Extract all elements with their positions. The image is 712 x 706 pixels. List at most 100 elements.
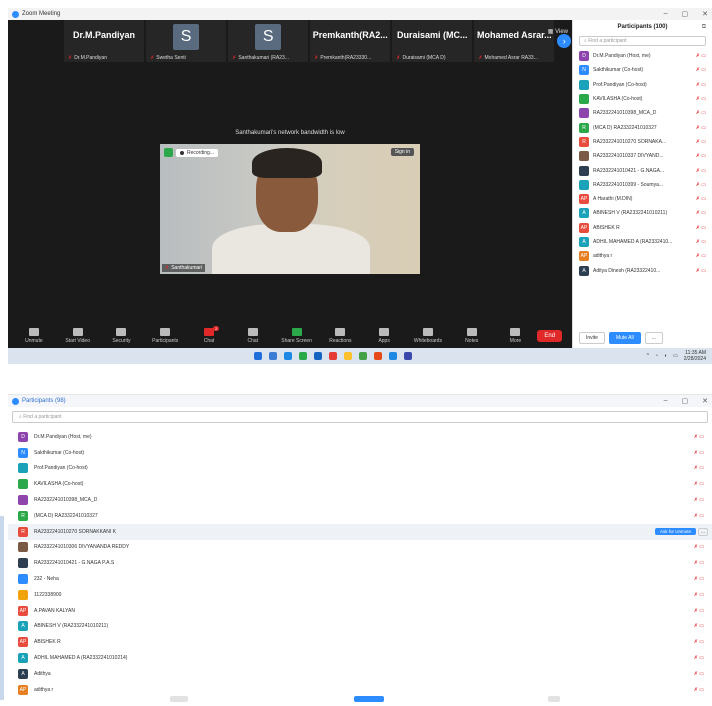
toolbar-button-apps[interactable]: Apps: [362, 328, 406, 344]
participant-row[interactable]: R RA2332241010270 SORNAKKANI K Ask for Unm…: [8, 523, 712, 540]
recording-pill[interactable]: Recording...: [176, 148, 218, 157]
participant-row[interactable]: KAVILASHA (Co-host) ✗ ▭: [573, 92, 712, 106]
participant-row[interactable]: RA2332241010399 - Soumya... ✗ ▭: [573, 178, 712, 192]
maximize-icon[interactable]: ▢: [682, 10, 689, 18]
participant-row[interactable]: Prof.Pandiyan (Co-host) ✗ ▭: [573, 78, 712, 92]
more-button[interactable]: ...: [698, 527, 708, 536]
participant-row[interactable]: KAVILASHA (Co-host) ✗ ▭: [8, 476, 712, 492]
participant-row[interactable]: RA2332241010421 - G.NAGA... ✗ ▭: [573, 163, 712, 177]
participant-name: RA2332241010399 - Soumya...: [593, 181, 664, 188]
participant-row[interactable]: N Sakthikumar (Co-host) ✗ ▭: [8, 445, 712, 461]
taskbar-app-icon[interactable]: [404, 352, 412, 360]
taskbar-app-icon[interactable]: [284, 352, 292, 360]
participant-search-input[interactable]: ⌕ Find a participant: [12, 411, 708, 423]
mute-all-button[interactable]: [354, 696, 384, 702]
close-icon[interactable]: ✕: [702, 397, 708, 405]
toolbar-button-security[interactable]: Security: [100, 328, 144, 344]
participant-row[interactable]: AP ABISHEK R ✗ ▭: [8, 634, 712, 650]
participant-row[interactable]: AP A Harathi (M.DIN) ✗ ▭: [573, 192, 712, 206]
participant-row[interactable]: R (MCA D) RA2332241010327 ✗ ▭: [573, 120, 712, 134]
participant-row[interactable]: A ABINESH V (RA2332241010211) ✗ ▭: [8, 619, 712, 635]
tray-chevron-icon[interactable]: ^: [647, 353, 649, 359]
end-meeting-button[interactable]: End: [537, 330, 563, 342]
participant-row[interactable]: R (MCA D) RA2332241010327 ✗ ▭: [8, 508, 712, 524]
participant-row[interactable]: 1122338900 ✗ ▭: [8, 587, 712, 603]
speaker-icon[interactable]: ◖: [664, 353, 667, 359]
participant-row[interactable]: Prof.Pandiyan (Co-host) ✗ ▭: [8, 461, 712, 477]
taskbar-app-icon[interactable]: [359, 352, 367, 360]
toolbar-button-share-screen[interactable]: Share Screen: [275, 328, 319, 344]
muted-mic-icon: ✗ ▭: [695, 181, 706, 188]
participant-row[interactable]: RA2332241010398_MCA_D ✗ ▭: [8, 492, 712, 508]
toolbar-button-unmute[interactable]: Unmute: [12, 328, 56, 344]
toolbar-button-start-video[interactable]: Start Video: [56, 328, 100, 344]
toolbar-button-chat[interactable]: 2 Chat: [187, 326, 231, 344]
ask-to-unmute-button[interactable]: Ask for Unmute: [654, 528, 696, 536]
shield-icon[interactable]: [164, 148, 173, 157]
video-tile[interactable]: Duraisami (MC... ✗ Duraisami (MCA D): [392, 20, 473, 62]
taskbar-app-icon[interactable]: [344, 352, 352, 360]
participant-row[interactable]: AP ABISHEK R ✗ ▭: [573, 221, 712, 235]
invite-button[interactable]: [170, 696, 188, 702]
participant-row[interactable]: A Adithya ✗ ▭: [8, 666, 712, 682]
participant-row[interactable]: RA2332241010306 DIVYANANDA REDDY ✗ ▭: [8, 540, 712, 556]
video-tile[interactable]: Premkanth(RA2... ✗ Premkanth(RA23330...: [310, 20, 391, 62]
tile-name-tag: ✗ Duraisami (MCA D): [396, 55, 445, 61]
taskbar-app-icon[interactable]: [299, 352, 307, 360]
battery-icon[interactable]: ▭: [673, 353, 678, 359]
participant-row[interactable]: D Dr.M.Pandiyan (Host, me) ✗ ▭: [573, 49, 712, 63]
toolbar-label: Unmute: [25, 338, 43, 344]
video-tile[interactable]: Dr.M.Pandiyan ✗ Dr.M.Pandiyan: [64, 20, 145, 62]
toolbar-button-participants[interactable]: Participants: [143, 328, 187, 344]
video-tile[interactable]: S ✗ Santhakumari (RA23...: [228, 20, 309, 62]
mute-all-button[interactable]: Mute All: [608, 332, 641, 344]
participant-row[interactable]: RA2332241010398_MCA_D ✗ ▭: [573, 106, 712, 120]
side-search-input[interactable]: ⌕ Find a participant: [579, 36, 706, 46]
more-options-button[interactable]: [548, 696, 560, 702]
minimize-icon[interactable]: –: [664, 397, 668, 405]
view-button[interactable]: ▦ View: [548, 28, 568, 35]
participant-row[interactable]: AP adithya r ✗ ▭: [573, 249, 712, 263]
participant-row[interactable]: A ADHIL MAHAMED A (RA2332410... ✗ ▭: [573, 235, 712, 249]
avatar: A: [18, 668, 28, 679]
more-options-button[interactable]: ...: [644, 332, 663, 344]
participant-row[interactable]: R RA2332241010270 SORNAKA... ✗ ▭: [573, 135, 712, 149]
video-tile[interactable]: Mohamed Asrar... ✗ Mohamed Asrar RA33...: [474, 20, 555, 62]
participant-name: KAVILASHA (Co-host): [34, 481, 84, 488]
participant-row[interactable]: 232 - Neha ✗ ▭: [8, 571, 712, 587]
popout-icon[interactable]: ⧉: [702, 24, 706, 31]
toolbar-button-reactions[interactable]: Reactions: [318, 328, 362, 344]
taskbar-app-icon[interactable]: [329, 352, 337, 360]
muted-mic-icon: ✗ ▭: [693, 591, 704, 598]
pin-icon[interactable]: ▢: [682, 397, 689, 405]
participant-row[interactable]: A ABINESH V (RA2332241010211) ✗ ▭: [573, 206, 712, 220]
minimize-icon[interactable]: –: [664, 10, 668, 18]
participant-row[interactable]: D Dr.M.Pandiyan (Host, me) ✗ ▭: [8, 429, 712, 445]
taskbar-app-icon[interactable]: [389, 352, 397, 360]
taskbar-app-icon[interactable]: [254, 352, 262, 360]
taskbar-app-icon[interactable]: [269, 352, 277, 360]
toolbar-button-whiteboards[interactable]: Whiteboards: [406, 328, 450, 344]
participant-row[interactable]: N Sakthikumar (Co-host) ✗ ▭: [573, 63, 712, 77]
video-tile[interactable]: S ✗ Swetha Senti: [146, 20, 227, 62]
participant-name: (MCA D) RA2332241010327: [593, 124, 657, 131]
sign-in-button[interactable]: Sign in: [390, 148, 414, 156]
invite-button[interactable]: Invite: [579, 332, 605, 344]
wifi-icon[interactable]: ◔: [655, 353, 658, 359]
participant-row[interactable]: A ADHIL MAHAMED A (RA2332241010214) ✗ ▭: [8, 650, 712, 666]
participant-row[interactable]: A Aditya Dinesh (RA23322410... ✗ ▭: [573, 263, 712, 277]
taskbar-app-icon[interactable]: [314, 352, 322, 360]
taskbar-app-icon[interactable]: [374, 352, 382, 360]
toolbar-button-more[interactable]: More: [494, 328, 538, 344]
participant-row[interactable]: AP A.PAVAN KALYAN ✗ ▭: [8, 603, 712, 619]
active-speaker-video[interactable]: Recording... Sign in ✗ Santhakumari: [160, 144, 420, 274]
close-icon[interactable]: ✕: [702, 10, 708, 18]
participant-name: ABINESH V (RA2332241010211): [593, 210, 668, 217]
participant-name: RA2332241010270 SORNAKKANI K: [34, 528, 116, 535]
participant-row[interactable]: RA2332241010337 DIVYAND... ✗ ▭: [573, 149, 712, 163]
taskbar-clock[interactable]: 11:35 AM 2/28/2024: [684, 350, 706, 362]
toolbar-button-chat[interactable]: Chat: [231, 328, 275, 344]
gallery-next-button[interactable]: ›: [556, 20, 572, 62]
toolbar-button-notes[interactable]: Notes: [450, 328, 494, 344]
participant-row[interactable]: RA2332241010421 - G.NAGA P.A.S ✗ ▭: [8, 555, 712, 571]
